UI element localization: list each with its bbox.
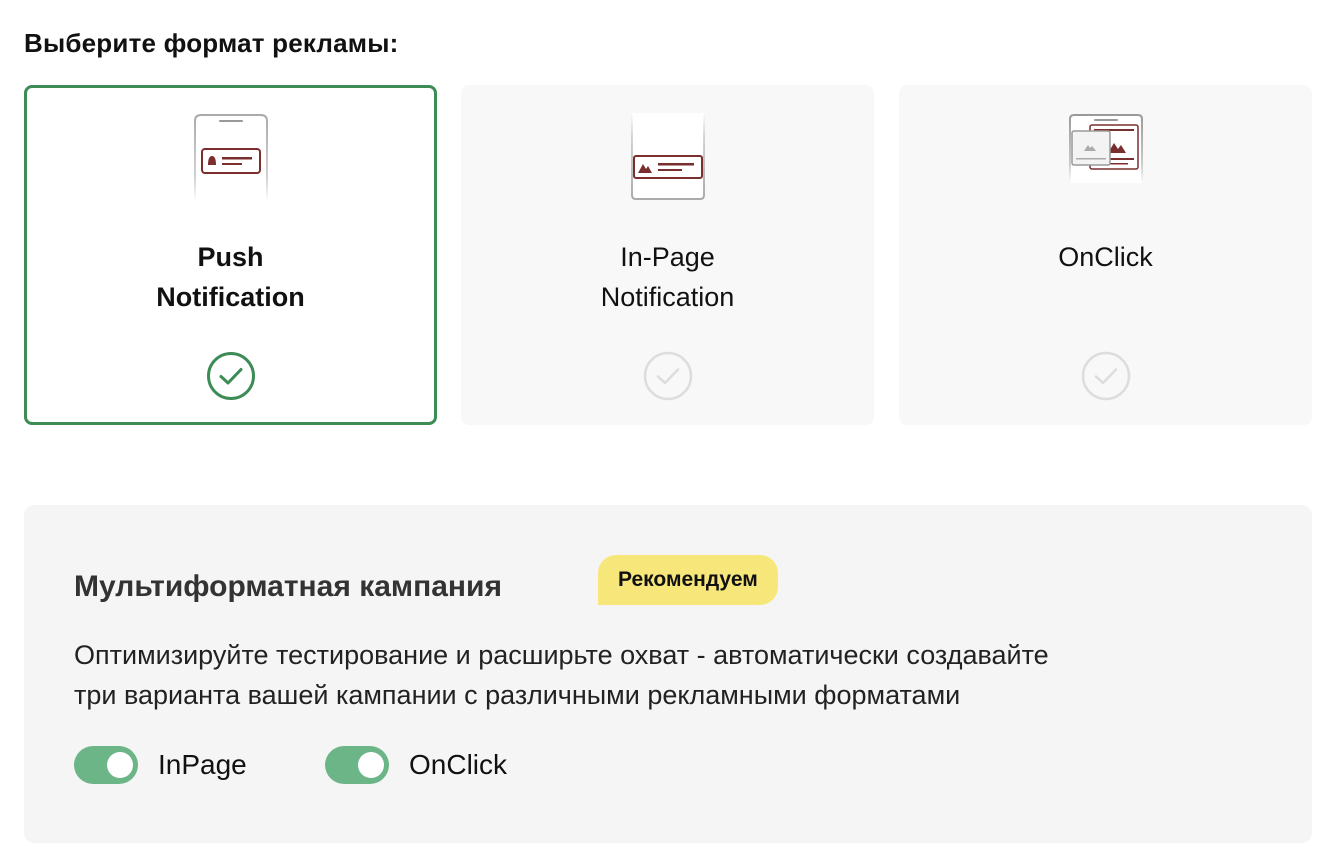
format-label-inpage: In-Page Notification	[600, 242, 735, 312]
format-selector: Push Notification In-Page Notification O…	[24, 85, 1312, 425]
format-label-push: Push Notification	[156, 242, 305, 312]
toggle-switch[interactable]	[325, 746, 389, 784]
format-card-onclick[interactable]: OnClick	[899, 85, 1312, 425]
multiformat-title: Мультиформатная кампания	[74, 570, 502, 603]
check-circle-icon	[643, 351, 693, 401]
push-notification-phone-icon	[191, 111, 271, 203]
onclick-windows-icon	[1066, 111, 1146, 203]
in-page-notification-phone-icon	[628, 111, 708, 203]
multiformat-panel: Мультиформатная кампания Рекомендуем Опт…	[24, 505, 1312, 843]
page-title: Выберите формат рекламы:	[24, 28, 399, 58]
check-circle-icon	[206, 351, 256, 401]
toggle-knob	[358, 752, 384, 778]
toggle-label-inpage: InPage	[158, 749, 247, 780]
multiformat-description: Оптимизируйте тестирование и расширьте о…	[74, 640, 1049, 710]
toggle-knob	[107, 752, 133, 778]
format-card-push[interactable]: Push Notification	[24, 85, 437, 425]
format-label-onclick: OnClick	[1058, 242, 1153, 272]
toggle-label-onclick: OnClick	[409, 749, 508, 780]
format-card-inpage[interactable]: In-Page Notification	[461, 85, 874, 425]
check-circle-icon	[1081, 351, 1131, 401]
recommended-badge: Рекомендуем	[598, 555, 778, 605]
toggle-switch[interactable]	[74, 746, 138, 784]
